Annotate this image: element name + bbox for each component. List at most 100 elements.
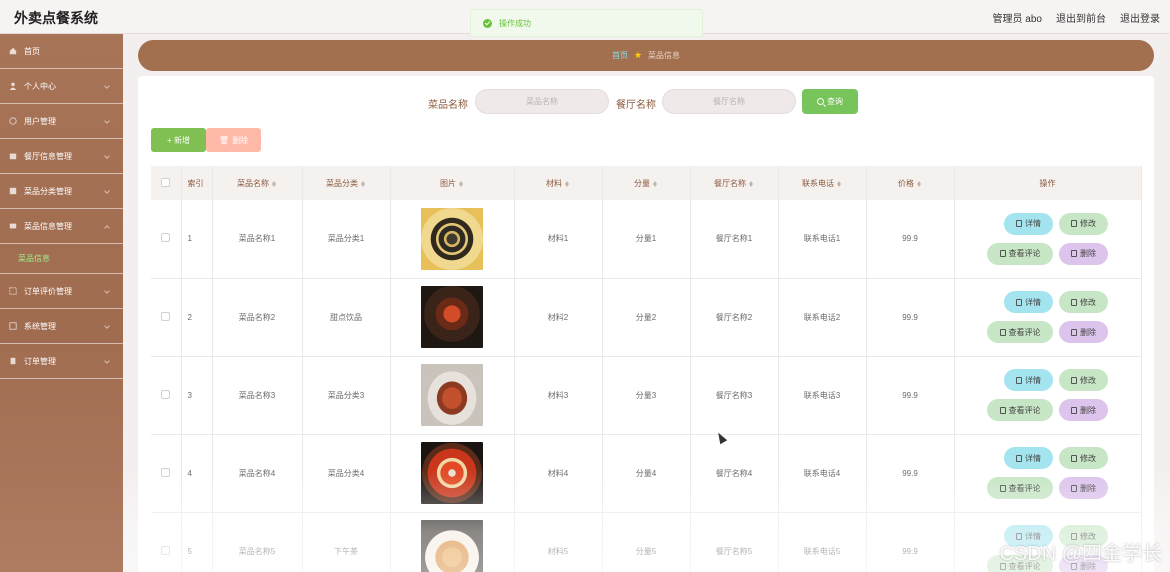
row-checkbox[interactable] [161, 233, 171, 243]
dish-name-input[interactable] [475, 89, 609, 114]
col-material[interactable]: 材料 [514, 166, 603, 200]
detail-button[interactable]: 详情 [1004, 447, 1053, 469]
sidebar-item-dish-info[interactable]: 菜品信息管理 [0, 209, 123, 244]
dish-image[interactable] [421, 364, 483, 426]
col-restaurant[interactable]: 餐厅名称 [690, 166, 779, 200]
restaurant-name-input[interactable] [662, 89, 796, 114]
breadcrumb-home[interactable]: 首页 [612, 50, 628, 61]
chevron-down-icon [104, 323, 110, 329]
row-actions: 详情 修改 查看评论 删除 [955, 369, 1141, 421]
view-review-button[interactable]: 查看评论 [987, 321, 1053, 343]
edit-label: 修改 [1080, 219, 1096, 229]
row-category: 菜品分类3 [302, 356, 391, 435]
batch-delete-label: 删除 [232, 135, 249, 145]
delete-button[interactable]: 删除 [1059, 477, 1108, 499]
pencil-icon [999, 328, 1006, 336]
submenu-dish-info[interactable]: 菜品信息 [0, 244, 123, 274]
trash-icon: 🗑 [218, 135, 230, 145]
detail-label: 详情 [1025, 219, 1041, 229]
chevron-down-icon [104, 153, 110, 159]
edit-button[interactable]: 修改 [1059, 447, 1108, 469]
dish-image[interactable] [421, 286, 483, 348]
row-portion: 分量3 [602, 356, 691, 435]
sort-icon [361, 179, 366, 188]
content-panel: 菜品名称 餐厅名称 查询 + 新增 🗑 删除 索引 菜品名称 菜品分类 图片 材… [138, 76, 1154, 572]
pencil-icon [999, 406, 1006, 414]
sidebar-item-profile[interactable]: 个人中心 [0, 69, 123, 104]
detail-button[interactable]: 详情 [1004, 291, 1053, 313]
row-checkbox[interactable] [161, 389, 171, 399]
pencil-icon [1071, 220, 1077, 228]
dish-image[interactable] [421, 442, 483, 504]
table-row: 3 菜品名称3 菜品分类3 材料3 分量3 餐厅名称3 联系电话3 99.9 详情 修改 查看评论 删… [151, 356, 1142, 435]
row-dish-name: 菜品名称1 [212, 200, 303, 279]
document-icon [1016, 220, 1022, 228]
top-links: 管理员 abo 退出到前台 退出登录 [993, 10, 1160, 25]
row-restaurant: 餐厅名称5 [690, 512, 779, 572]
col-phone[interactable]: 联系电话 [778, 166, 867, 200]
edit-button[interactable]: 修改 [1059, 212, 1108, 235]
table-row: 1 菜品名称1 菜品分类1 材料1 分量1 餐厅名称1 联系电话1 99.9 详情 修改 查看评论 删… [151, 200, 1142, 279]
row-select-cell [151, 512, 182, 572]
chevron-up-icon [104, 225, 110, 231]
view-review-button[interactable]: 查看评论 [987, 399, 1053, 421]
sidebar-item-users[interactable]: 用户管理 [0, 104, 123, 139]
row-operations: 详情 修改 查看评论 删除 [954, 434, 1142, 513]
query-button[interactable]: 查询 [802, 89, 858, 114]
row-dish-name: 菜品名称4 [212, 434, 303, 513]
sidebar-item-home[interactable]: 首页 [0, 34, 123, 69]
select-all-checkbox[interactable] [161, 177, 171, 187]
row-material: 材料3 [514, 356, 603, 435]
row-restaurant: 餐厅名称4 [690, 434, 779, 513]
chevron-down-icon [104, 358, 110, 364]
sidebar-item-order-review[interactable]: 订单评价管理 [0, 274, 123, 309]
detail-button[interactable]: 详情 [1004, 212, 1053, 235]
sidebar-item-system[interactable]: 系统管理 [0, 309, 123, 344]
back-to-front-link[interactable]: 退出到前台 [1056, 10, 1106, 25]
batch-delete-button[interactable]: 🗑 删除 [206, 128, 261, 152]
row-price: 99.9 [866, 512, 955, 572]
sidebar-item-restaurant[interactable]: 餐厅信息管理 [0, 139, 123, 174]
dish-image[interactable] [421, 520, 483, 572]
col-label: 分量 [634, 178, 650, 188]
row-actions: 详情 修改查看评论 删除 [955, 212, 1141, 265]
col-price[interactable]: 价格 [866, 166, 955, 200]
sort-icon [837, 179, 842, 188]
edit-button[interactable]: 修改 [1059, 369, 1108, 391]
col-label: 价格 [898, 178, 914, 188]
col-portion[interactable]: 分量 [602, 166, 691, 200]
row-checkbox[interactable] [161, 545, 171, 555]
col-dish-name[interactable]: 菜品名称 [212, 166, 303, 200]
col-image[interactable]: 图片 [390, 166, 515, 200]
dish-icon [9, 223, 17, 229]
row-select-cell [151, 434, 182, 513]
delete-button[interactable]: 删除 [1059, 321, 1108, 343]
detail-button[interactable]: 详情 [1004, 369, 1053, 391]
sidebar-item-label: 餐厅信息管理 [24, 151, 72, 161]
add-button[interactable]: + 新增 [151, 128, 206, 152]
logout-link[interactable]: 退出登录 [1120, 10, 1160, 25]
row-checkbox[interactable] [161, 311, 171, 321]
row-checkbox[interactable] [161, 467, 171, 477]
delete-button[interactable]: 删除 [1059, 242, 1108, 265]
detail-label: 详情 [1025, 375, 1041, 385]
row-operations: 详情 修改 查看评论 删除 [954, 278, 1142, 357]
view-review-button[interactable]: 查看评论 [987, 477, 1053, 499]
row-material: 材料5 [514, 512, 603, 572]
col-label: 菜品分类 [326, 178, 358, 188]
sort-icon [459, 179, 464, 188]
delete-button[interactable]: 删除 [1059, 399, 1108, 421]
dish-name-label: 菜品名称 [428, 100, 468, 111]
row-image-cell [390, 356, 515, 435]
sidebar-item-dish-category[interactable]: 菜品分类管理 [0, 174, 123, 209]
pencil-icon [1071, 376, 1077, 384]
col-category[interactable]: 菜品分类 [302, 166, 391, 200]
edit-button[interactable]: 修改 [1059, 291, 1108, 313]
table-row: 4 菜品名称4 菜品分类4 材料4 分量4 餐厅名称4 联系电话4 99.9 详情 修改 查看评论 删… [151, 434, 1142, 513]
review-label: 查看评论 [1008, 249, 1041, 259]
view-review-button[interactable]: 查看评论 [987, 242, 1053, 265]
dish-image[interactable] [421, 207, 483, 270]
sidebar-item-label: 订单评价管理 [24, 286, 72, 296]
order-icon [10, 357, 16, 365]
sidebar-item-orders[interactable]: 订单管理 [0, 344, 123, 379]
